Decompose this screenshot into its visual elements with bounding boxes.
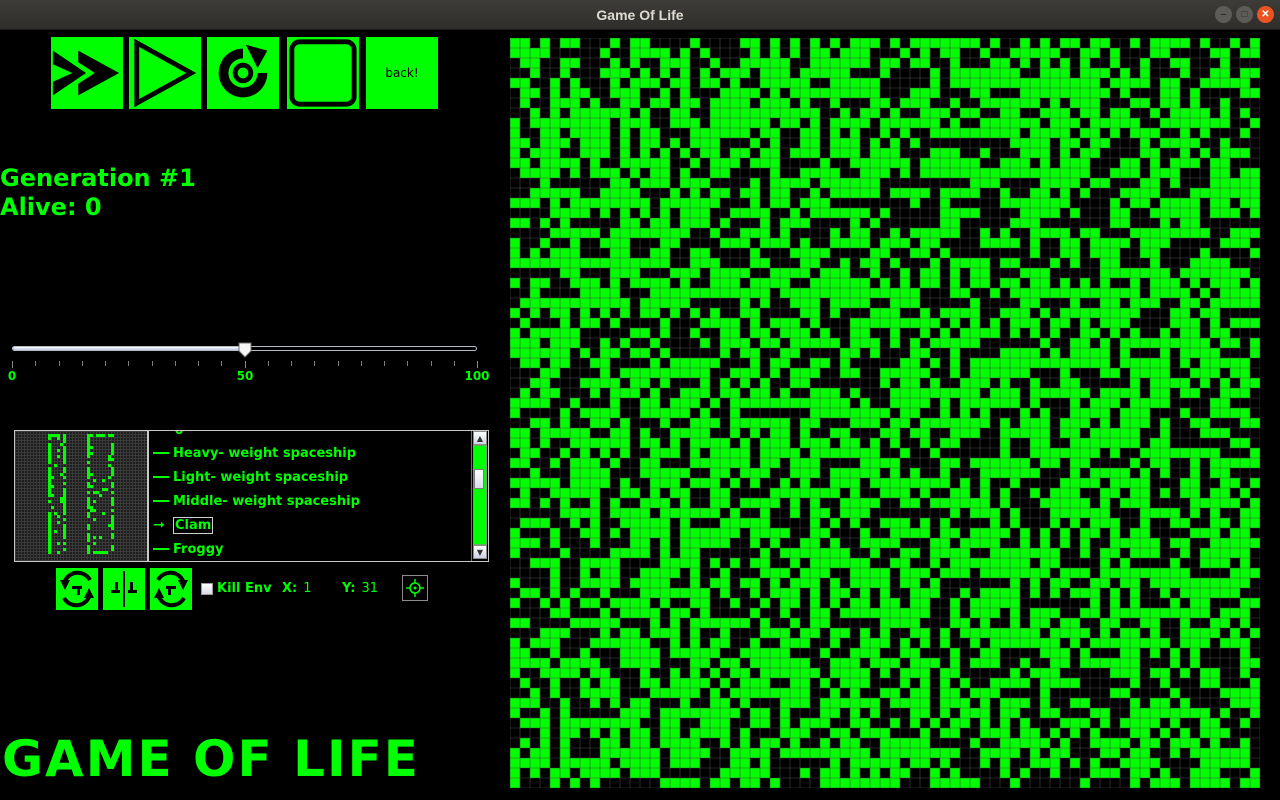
rotate-right-icon [154, 570, 188, 608]
reset-icon [218, 44, 268, 98]
y-coordinate: Y: 31 [342, 581, 378, 596]
dash-icon [153, 452, 169, 454]
slider-tick [384, 361, 385, 366]
slider-tick [174, 361, 176, 366]
reset-button[interactable] [206, 36, 280, 110]
slider-max-label: 100 [464, 369, 490, 383]
play-icon [134, 38, 197, 108]
scroll-grip[interactable] [474, 469, 484, 489]
alive-counter: Alive: 0 [0, 193, 102, 221]
pattern-preview-cells [48, 434, 114, 554]
y-label: Y: [342, 581, 356, 596]
slider-tick [81, 361, 83, 366]
title-bar: Game Of Life – □ ✕ [0, 0, 1280, 30]
slider-tick [244, 361, 246, 368]
preview-cells [48, 434, 114, 554]
slider-tick [314, 361, 316, 366]
list-item-label: Heavy- weight spaceship [173, 445, 357, 461]
slider-tick [337, 361, 339, 366]
slider-tick [221, 361, 223, 366]
slider-tick [105, 361, 106, 366]
crosshair-icon [406, 579, 424, 597]
list-item[interactable]: Middle- weight spaceship [153, 491, 360, 511]
slider-tick [430, 361, 432, 366]
app-title: GAME OF LIFE [2, 730, 420, 788]
stop-icon [289, 39, 357, 107]
slider-tick [360, 361, 362, 366]
pattern-preview [14, 430, 148, 562]
slider-tick [477, 361, 478, 368]
close-icon[interactable]: ✕ [1257, 6, 1274, 23]
mirror-button[interactable] [103, 568, 145, 610]
pattern-list-items: o Heavy- weight spaceship Light- weight … [149, 431, 472, 561]
list-item-selected[interactable]: ➞ Clam [153, 515, 214, 535]
target-button[interactable] [402, 575, 428, 601]
scroll-down-icon[interactable]: ▼ [473, 545, 487, 559]
back-button-label: back! [385, 66, 419, 80]
fast-forward-icon [52, 50, 120, 96]
back-button[interactable]: back! [365, 36, 439, 110]
slider-tick [198, 361, 199, 366]
arrow-right-icon: ➞ [153, 517, 165, 533]
dash-icon [153, 500, 169, 502]
list-scrollbar[interactable]: ▲ ▼ [471, 431, 488, 561]
list-item-label: Froggy [173, 541, 224, 557]
scroll-up-icon[interactable]: ▲ [473, 431, 487, 445]
x-value: 1 [303, 581, 312, 596]
list-item[interactable]: Light- weight spaceship [153, 467, 348, 487]
slider-mid-label: 50 [236, 369, 254, 383]
x-label: X: [282, 581, 298, 596]
rotate-left-button[interactable] [56, 568, 98, 610]
kill-env-toggle[interactable]: Kill Env [201, 581, 272, 596]
play-button[interactable] [128, 36, 202, 110]
slider-tick [453, 361, 455, 366]
list-partial-item: o [175, 431, 183, 437]
rotate-left-icon [60, 570, 94, 608]
maximize-icon[interactable]: □ [1236, 6, 1253, 23]
y-value: 31 [361, 581, 379, 596]
slider-tick [12, 361, 13, 368]
fast-forward-button[interactable] [50, 36, 124, 110]
mirror-icon [111, 571, 137, 607]
dash-icon [153, 476, 169, 478]
window-title: Game Of Life [596, 6, 684, 23]
kill-env-label: Kill Env [217, 581, 272, 596]
life-grid[interactable] [510, 38, 1260, 788]
slider-tick [267, 361, 269, 366]
slider-tick [58, 361, 60, 366]
slider-tick [291, 361, 292, 366]
list-item[interactable]: Heavy- weight spaceship [153, 443, 356, 463]
generation-counter: Generation #1 [0, 164, 196, 192]
stop-button[interactable] [286, 36, 360, 110]
app-content: back! Generation #1 Alive: 0 0 50 100 o … [0, 30, 1280, 800]
list-item[interactable]: Froggy [153, 539, 223, 559]
list-item-label: Clam [173, 516, 214, 534]
list-item-label: Light- weight spaceship [173, 469, 349, 485]
speed-slider[interactable]: 0 50 100 [0, 330, 500, 390]
slider-fill [13, 347, 245, 350]
list-item-label: Middle- weight spaceship [173, 493, 360, 509]
slider-tick [128, 361, 130, 366]
slider-min-label: 0 [7, 369, 17, 383]
x-coordinate: X: 1 [282, 581, 312, 596]
slider-tick [151, 361, 153, 366]
slider-tick [407, 361, 409, 366]
minimize-icon[interactable]: – [1215, 6, 1232, 23]
scroll-thumb[interactable] [473, 445, 487, 545]
slider-tick [35, 361, 37, 366]
rotate-right-button[interactable] [150, 568, 192, 610]
slider-thumb[interactable] [238, 342, 252, 358]
kill-env-checkbox[interactable] [201, 582, 213, 595]
pattern-list[interactable]: o Heavy- weight spaceship Light- weight … [148, 430, 489, 562]
dash-icon [153, 548, 169, 550]
